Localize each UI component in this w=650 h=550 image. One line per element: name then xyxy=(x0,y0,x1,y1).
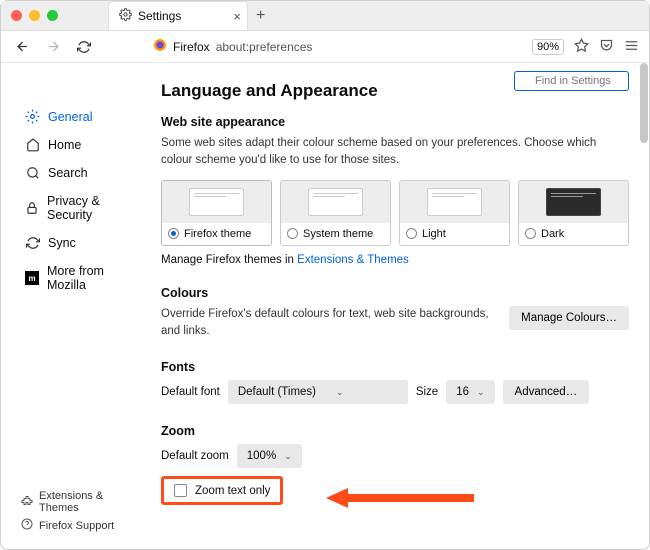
sidebar-item-label: Sync xyxy=(48,236,76,250)
default-font-value: Default (Times) xyxy=(238,386,316,398)
sidebar-item-search[interactable]: Search xyxy=(21,160,143,186)
maximize-window-button[interactable] xyxy=(47,10,58,21)
label: Firefox Support xyxy=(39,520,114,532)
search-icon xyxy=(25,166,40,180)
manage-themes-text: Manage Firefox themes in xyxy=(161,254,297,266)
close-window-button[interactable] xyxy=(11,10,22,21)
font-size-select[interactable]: 16 ⌄ xyxy=(446,380,494,404)
annotation-highlight: Zoom text only xyxy=(161,476,283,505)
menu-icon[interactable] xyxy=(624,38,639,56)
gear-icon xyxy=(119,8,132,24)
radio-icon xyxy=(287,228,298,239)
chevron-down-icon: ⌄ xyxy=(477,387,485,398)
zoom-text-only-label: Zoom text only xyxy=(195,485,270,497)
minimize-window-button[interactable] xyxy=(29,10,40,21)
radio-icon xyxy=(168,228,179,239)
theme-thumbnail xyxy=(519,181,628,223)
sidebar-extensions-themes[interactable]: Extensions & Themes xyxy=(21,490,143,514)
sidebar-item-more-mozilla[interactable]: m More from Mozilla xyxy=(21,258,143,298)
theme-option[interactable]: Firefox theme xyxy=(161,180,272,246)
browser-tab[interactable]: Settings × xyxy=(108,1,248,30)
default-zoom-select[interactable]: 100% ⌄ xyxy=(237,444,302,468)
sidebar-item-label: Home xyxy=(48,138,81,152)
chevron-down-icon: ⌄ xyxy=(284,451,292,462)
mozilla-icon: m xyxy=(25,271,39,285)
theme-label: System theme xyxy=(303,228,373,240)
lock-icon xyxy=(25,201,39,215)
firefox-icon xyxy=(153,38,167,55)
appearance-title: Web site appearance xyxy=(161,115,629,129)
font-size-label: Size xyxy=(416,386,438,398)
theme-thumbnail xyxy=(400,181,509,223)
home-icon xyxy=(25,138,40,152)
colours-desc: Override Firefox's default colours for t… xyxy=(161,306,497,341)
close-tab-icon[interactable]: × xyxy=(233,9,241,24)
url-path: about:preferences xyxy=(216,40,313,54)
sidebar-item-general[interactable]: General xyxy=(21,103,143,130)
reload-button[interactable] xyxy=(73,38,95,56)
window-controls xyxy=(11,10,58,21)
theme-option[interactable]: Dark xyxy=(518,180,629,246)
url-bar[interactable]: Firefox about:preferences xyxy=(153,38,312,55)
font-size-value: 16 xyxy=(456,386,469,398)
sidebar-item-privacy[interactable]: Privacy & Security xyxy=(21,188,143,228)
titlebar: Settings × + xyxy=(1,1,649,31)
sidebar-item-label: Privacy & Security xyxy=(47,194,139,222)
sidebar-item-label: Search xyxy=(48,166,88,180)
fonts-title: Fonts xyxy=(161,360,629,374)
zoom-text-only-checkbox[interactable] xyxy=(174,484,187,497)
toolbar: Firefox about:preferences 90% xyxy=(1,31,649,63)
fonts-advanced-button[interactable]: Advanced… xyxy=(503,380,590,404)
sidebar-firefox-support[interactable]: Firefox Support xyxy=(21,518,143,533)
puzzle-icon xyxy=(21,495,33,510)
new-tab-button[interactable]: + xyxy=(256,7,265,25)
theme-options: Firefox theme System theme Light Dark xyxy=(161,180,629,246)
chevron-down-icon: ⌄ xyxy=(336,387,344,398)
zoom-indicator[interactable]: 90% xyxy=(532,39,564,55)
sync-icon xyxy=(25,236,40,250)
default-font-label: Default font xyxy=(161,386,220,398)
default-zoom-value: 100% xyxy=(247,450,276,462)
pocket-icon[interactable] xyxy=(599,38,614,56)
zoom-title: Zoom xyxy=(161,424,629,438)
question-icon xyxy=(21,518,33,533)
sidebar-item-label: More from Mozilla xyxy=(47,264,139,292)
main-content: Language and Appearance Web site appeara… xyxy=(151,63,649,549)
url-domain: Firefox xyxy=(173,40,210,54)
theme-label: Firefox theme xyxy=(184,228,251,240)
default-font-select[interactable]: Default (Times) ⌄ xyxy=(228,380,408,404)
theme-thumbnail xyxy=(281,181,390,223)
appearance-desc: Some web sites adapt their colour scheme… xyxy=(161,135,629,170)
theme-label: Light xyxy=(422,228,446,240)
extensions-themes-link[interactable]: Extensions & Themes xyxy=(297,254,409,266)
label: Extensions & Themes xyxy=(39,490,143,514)
sidebar-item-home[interactable]: Home xyxy=(21,132,143,158)
theme-option[interactable]: Light xyxy=(399,180,510,246)
sidebar-item-label: General xyxy=(48,110,92,124)
theme-option[interactable]: System theme xyxy=(280,180,391,246)
sidebar: General Home Search Privacy & Security S… xyxy=(1,63,151,549)
bookmark-star-icon[interactable] xyxy=(574,38,589,56)
gear-icon xyxy=(25,109,40,124)
colours-title: Colours xyxy=(161,286,629,300)
sidebar-item-sync[interactable]: Sync xyxy=(21,230,143,256)
tab-title: Settings xyxy=(138,9,181,23)
radio-icon xyxy=(406,228,417,239)
theme-thumbnail xyxy=(162,181,271,223)
page-heading: Language and Appearance xyxy=(161,81,629,101)
radio-icon xyxy=(525,228,536,239)
back-button[interactable] xyxy=(11,37,34,56)
forward-button[interactable] xyxy=(42,37,65,56)
default-zoom-label: Default zoom xyxy=(161,450,229,462)
annotation-arrow-icon xyxy=(326,486,476,510)
theme-label: Dark xyxy=(541,228,564,240)
manage-colours-button[interactable]: Manage Colours… xyxy=(509,306,629,330)
